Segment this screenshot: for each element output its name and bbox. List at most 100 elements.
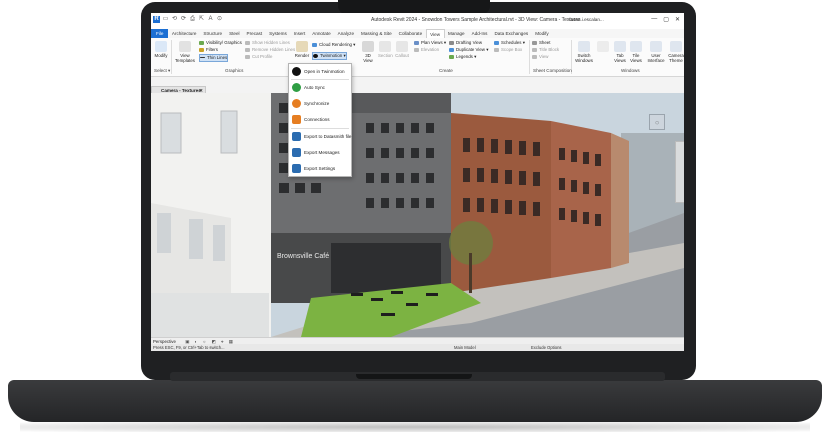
user-interface-button[interactable]: User Interface bbox=[647, 41, 665, 63]
tab-manage[interactable]: Manage bbox=[445, 29, 469, 38]
user-name[interactable]: rasan.i.escalan... bbox=[569, 17, 604, 22]
modify-label: Modify bbox=[154, 53, 168, 58]
show-hidden-lines-button[interactable]: Show Hidden Lines bbox=[245, 40, 290, 46]
camera-theme-button[interactable]: Camera Theme bbox=[668, 41, 684, 63]
text-icon[interactable]: A bbox=[207, 16, 214, 23]
switch-windows-button[interactable]: Switch Windows bbox=[575, 41, 593, 63]
tab-analyze[interactable]: Analyze bbox=[334, 29, 357, 38]
cloud-rendering-button[interactable]: Cloud Rendering ▾ bbox=[312, 42, 355, 48]
title-block-button[interactable]: Title Block bbox=[532, 47, 559, 53]
place-view-button[interactable]: View bbox=[532, 54, 548, 60]
menu-item-label: Export Settings bbox=[304, 166, 336, 171]
sheet-button[interactable]: Sheet bbox=[532, 40, 550, 46]
visibility-graphics-button[interactable]: Visibility/ Graphics bbox=[199, 40, 242, 46]
legends-button[interactable]: Legends ▾ bbox=[449, 54, 476, 60]
schedules-icon bbox=[494, 40, 499, 45]
storefront-left bbox=[151, 293, 269, 337]
minimize-button[interactable]: — bbox=[651, 16, 657, 23]
twinmotion-button[interactable]: Twinmotion ▾ bbox=[312, 52, 347, 60]
tab-data-exchanges[interactable]: Data Exchanges bbox=[491, 29, 532, 38]
tab-modify[interactable]: Modify bbox=[532, 29, 553, 38]
close-button[interactable]: ✕ bbox=[675, 16, 680, 23]
3d-view-button[interactable]: 3D View bbox=[361, 41, 375, 63]
tab-add-ins[interactable]: Add-Ins bbox=[468, 29, 491, 38]
laptop-shadow bbox=[20, 422, 810, 432]
3d-viewport[interactable]: Brownsville Café bbox=[151, 93, 684, 337]
tab-views-button[interactable]: Tab Views bbox=[613, 41, 627, 63]
view-cube[interactable]: ⬡ bbox=[649, 114, 665, 130]
house-icon bbox=[362, 41, 374, 52]
twinmotion-logo-icon bbox=[292, 67, 301, 76]
open-icon[interactable]: ▭ bbox=[162, 16, 169, 23]
window-controls: — ▢ ✕ bbox=[651, 16, 680, 23]
tab-structure[interactable]: Structure bbox=[200, 29, 226, 38]
thin-lines-button[interactable]: Thin Lines bbox=[199, 54, 229, 62]
revit-logo-icon[interactable]: R bbox=[153, 16, 160, 23]
thin-lines-label: Thin Lines bbox=[207, 55, 228, 60]
view-tab-camera-textures[interactable]: Camera - Textures ✕ bbox=[151, 86, 206, 93]
remove-hidden-lines-button[interactable]: Remove Hidden Lines bbox=[245, 47, 295, 53]
print-icon[interactable]: ⎙ bbox=[189, 16, 196, 23]
corner-building bbox=[611, 133, 629, 268]
tile-views-button[interactable]: Tile Views bbox=[629, 41, 643, 63]
menu-synchronize[interactable]: Synchronize bbox=[289, 97, 351, 110]
callout-button[interactable]: Callout bbox=[395, 41, 409, 58]
tab-annotate[interactable]: Annotate bbox=[309, 29, 334, 38]
modify-button[interactable]: Modify bbox=[153, 41, 169, 58]
twinmotion-icon bbox=[313, 53, 318, 58]
3d-view-icon[interactable]: ⊙ bbox=[216, 16, 223, 23]
maximize-button[interactable]: ▢ bbox=[663, 16, 669, 23]
schedules-button[interactable]: Schedules ▾ bbox=[494, 40, 525, 46]
window bbox=[213, 225, 225, 261]
tab-massing-site[interactable]: Massing & Site bbox=[358, 29, 396, 38]
switch-windows-icon bbox=[578, 41, 590, 52]
window-title: Autodesk Revit 2024 - Snowdon Towers Sam… bbox=[371, 17, 581, 23]
undo-icon[interactable]: ⟲ bbox=[171, 16, 178, 23]
tab-insert[interactable]: Insert bbox=[290, 29, 309, 38]
elevation-button[interactable]: Elevation bbox=[414, 47, 439, 53]
menu-export-settings[interactable]: Export Settings bbox=[289, 162, 351, 175]
active-model[interactable]: Main Model bbox=[454, 344, 476, 351]
close-inactive-button[interactable] bbox=[596, 41, 610, 53]
cut-profile-button[interactable]: Cut Profile bbox=[245, 54, 273, 60]
navigation-bar[interactable] bbox=[675, 141, 684, 203]
view-templates-button[interactable]: View Templates bbox=[174, 41, 196, 63]
cloud-rendering-label: Cloud Rendering bbox=[319, 42, 352, 47]
exclude-options[interactable]: Exclude Options bbox=[531, 344, 562, 351]
thin-lines-icon bbox=[200, 57, 205, 59]
menu-connections[interactable]: Connections bbox=[289, 113, 351, 126]
scope-box-button[interactable]: Scope Box bbox=[494, 47, 522, 53]
schedules-label: Schedules bbox=[501, 40, 522, 45]
menu-auto-sync[interactable]: Auto Sync bbox=[289, 81, 351, 94]
duplicate-view-button[interactable]: Duplicate View ▾ bbox=[449, 47, 488, 53]
callout-label: Callout bbox=[395, 53, 409, 58]
place-view-icon bbox=[532, 54, 537, 59]
tab-precast[interactable]: Precast bbox=[243, 29, 266, 38]
tab-view[interactable]: View bbox=[425, 28, 445, 39]
filters-button[interactable]: Filters bbox=[199, 47, 218, 53]
section-button[interactable]: Section bbox=[378, 41, 393, 58]
panel-select-label: Select bbox=[154, 68, 167, 73]
redo-icon[interactable]: ⟳ bbox=[180, 16, 187, 23]
export-datasmith-icon bbox=[292, 132, 301, 141]
menu-divider bbox=[291, 79, 349, 80]
tab-collaborate[interactable]: Collaborate bbox=[395, 29, 426, 38]
plan-views-button[interactable]: Plan Views ▾ bbox=[414, 40, 446, 46]
tab-architecture[interactable]: Architecture bbox=[168, 29, 200, 38]
panel-select[interactable]: Select ▾ bbox=[154, 68, 170, 74]
measure-icon[interactable]: ⇱ bbox=[198, 16, 205, 23]
menu-export-datasmith[interactable]: Export to Datasmith file bbox=[289, 130, 352, 143]
tab-steel[interactable]: Steel bbox=[226, 29, 243, 38]
menu-open-in-twinmotion[interactable]: Open in Twinmotion bbox=[289, 65, 351, 78]
view-templates-icon bbox=[179, 41, 191, 52]
cafe-glass bbox=[331, 243, 441, 293]
render-button[interactable]: Render bbox=[294, 41, 310, 58]
close-inactive-icon bbox=[597, 41, 609, 52]
drafting-view-label: Drafting View bbox=[456, 40, 483, 45]
drafting-view-button[interactable]: Drafting View bbox=[449, 40, 482, 46]
tab-systems[interactable]: Systems bbox=[266, 29, 291, 38]
menu-export-messages[interactable]: Export Messages bbox=[289, 146, 351, 159]
cut-profile-icon bbox=[245, 54, 250, 59]
cursor-icon bbox=[155, 41, 167, 52]
tab-file[interactable]: File bbox=[151, 29, 169, 38]
